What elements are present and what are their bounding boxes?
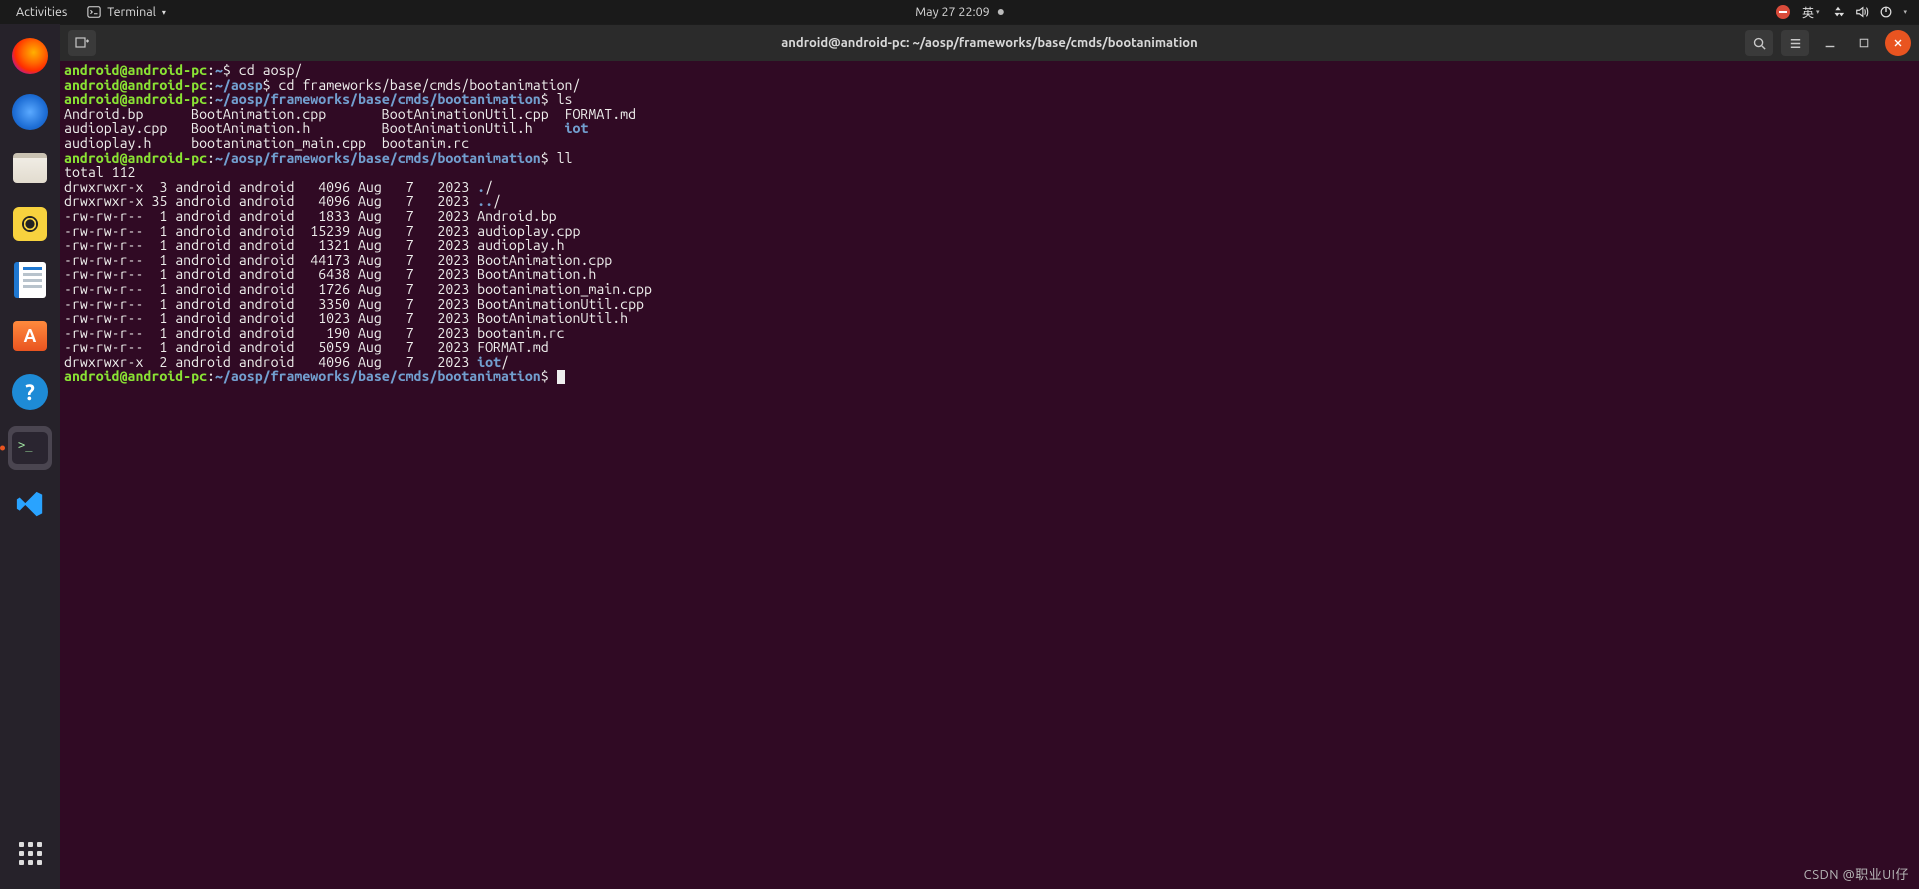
notification-dot-icon <box>998 9 1004 15</box>
clock-text: May 27 22:09 <box>915 5 989 19</box>
titlebar: android@android-pc: ~/aosp/frameworks/ba… <box>60 25 1919 61</box>
writer-icon <box>14 262 46 298</box>
dock-item-rhythmbox[interactable] <box>8 202 52 246</box>
firefox-icon <box>12 38 48 74</box>
app-menu-button[interactable]: Terminal ▾ <box>79 3 174 21</box>
dock-item-terminal[interactable]: >_ <box>8 426 52 470</box>
chevron-down-icon: ▾ <box>1816 8 1820 16</box>
network-icon <box>1831 5 1845 19</box>
files-icon <box>13 153 47 183</box>
chevron-down-icon: ▾ <box>162 8 166 17</box>
terminal-content[interactable]: android@android-pc:~$ cd aosp/ android@a… <box>60 61 1919 889</box>
close-button[interactable] <box>1885 30 1911 56</box>
app-menu-label: Terminal <box>107 5 156 19</box>
show-applications-button[interactable] <box>8 831 52 875</box>
ubuntu-software-icon <box>13 321 47 351</box>
activities-button[interactable]: Activities <box>8 3 75 21</box>
hamburger-menu-button[interactable] <box>1781 30 1809 56</box>
do-not-disturb-icon[interactable] <box>1776 5 1790 19</box>
minimize-button[interactable] <box>1817 30 1843 56</box>
dock-item-vscode[interactable] <box>8 482 52 526</box>
chevron-down-icon: ▾ <box>1903 8 1907 16</box>
terminal-icon: >_ <box>12 432 48 464</box>
terminal-window: android@android-pc: ~/aosp/frameworks/ba… <box>60 24 1919 889</box>
dock-item-firefox[interactable] <box>8 34 52 78</box>
ubuntu-dock: ? >_ <box>0 24 60 889</box>
power-icon <box>1879 5 1893 19</box>
clock[interactable]: May 27 22:09 <box>915 5 1003 19</box>
gnome-top-panel: Activities Terminal ▾ May 27 22:09 英 ▾ <box>0 0 1919 24</box>
maximize-button[interactable] <box>1851 30 1877 56</box>
dock-item-writer[interactable] <box>8 258 52 302</box>
help-icon: ? <box>12 374 48 410</box>
dock-item-files[interactable] <box>8 146 52 190</box>
new-tab-button[interactable] <box>68 30 96 56</box>
thunderbird-icon <box>12 94 48 130</box>
watermark: CSDN @职业UI仔 <box>1804 864 1909 883</box>
terminal-small-icon <box>87 5 101 19</box>
input-method-indicator[interactable]: 英 ▾ <box>1802 4 1820 21</box>
apps-grid-icon <box>19 842 42 865</box>
system-status-area[interactable]: ▾ <box>1831 5 1907 19</box>
dock-item-software[interactable] <box>8 314 52 358</box>
dock-item-thunderbird[interactable] <box>8 90 52 134</box>
dock-item-help[interactable]: ? <box>8 370 52 414</box>
rhythmbox-icon <box>13 207 47 241</box>
window-title: android@android-pc: ~/aosp/frameworks/ba… <box>781 36 1198 50</box>
volume-icon <box>1855 5 1869 19</box>
ime-label: 英 <box>1802 4 1814 21</box>
search-button[interactable] <box>1745 30 1773 56</box>
vscode-icon <box>13 487 47 521</box>
